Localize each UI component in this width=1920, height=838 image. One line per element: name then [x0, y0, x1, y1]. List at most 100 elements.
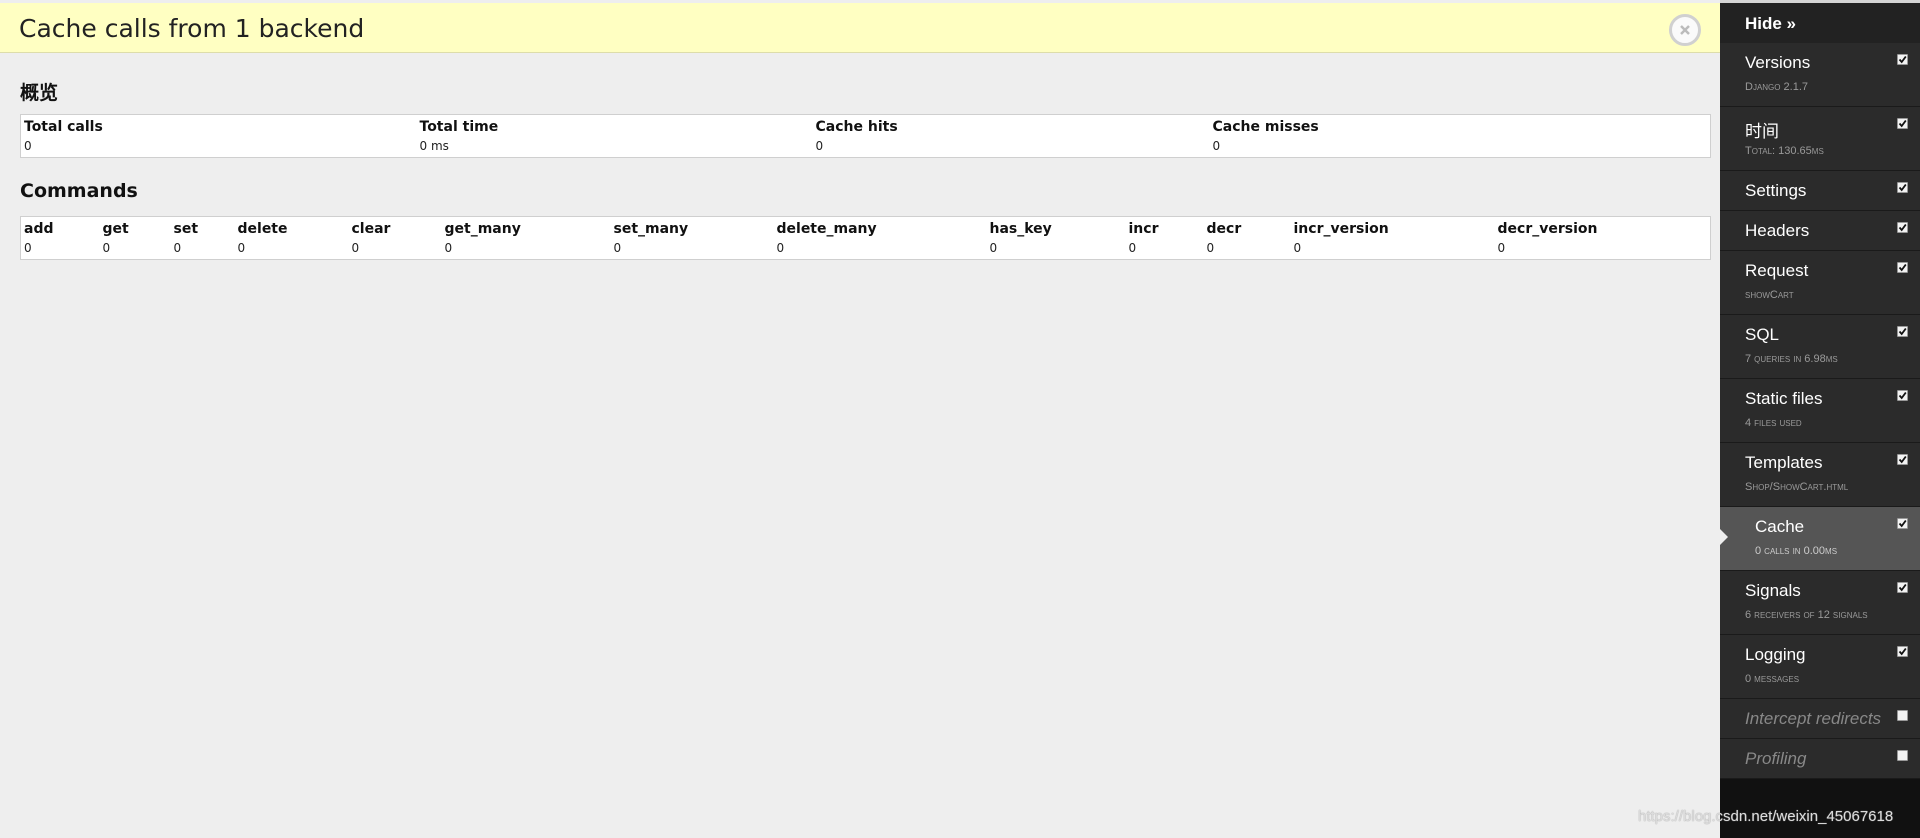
command-value: 0	[173, 241, 182, 256]
hide-toolbar-button[interactable]: Hide »	[1720, 3, 1920, 43]
command-value: 0	[613, 241, 622, 256]
command-value: 0	[102, 241, 111, 256]
check-icon	[1898, 519, 1907, 528]
toolbar-item-settings[interactable]: Settings	[1720, 171, 1920, 211]
command-header: delete	[237, 221, 288, 238]
command-header: add	[24, 221, 54, 238]
command-header: incr	[1128, 221, 1159, 238]
command-header: delete_many	[776, 221, 877, 238]
panel-toggle-checkbox[interactable]	[1897, 750, 1908, 761]
command-header: set	[173, 221, 199, 238]
overview-header: Total calls	[24, 119, 103, 136]
toolbar-item-time[interactable]: 时间 Total: 130.65ms	[1720, 107, 1920, 171]
check-icon	[1898, 119, 1907, 128]
command-value: 0	[776, 241, 785, 256]
command-header: incr_version	[1293, 221, 1389, 238]
toolbar-item-subtitle: 0 calls in 0.00ms	[1755, 545, 1838, 557]
panel-toggle-checkbox[interactable]	[1897, 182, 1908, 193]
check-icon	[1898, 327, 1907, 336]
toolbar-item-label: Signals	[1745, 581, 1801, 600]
panel-toggle-checkbox[interactable]	[1897, 326, 1908, 337]
command-value: 0	[1128, 241, 1137, 256]
watermark: https://blog.csdn.net/weixin_45067618	[1638, 808, 1894, 825]
toolbar-item-profiling[interactable]: Profiling	[1720, 739, 1920, 779]
overview-header: Total time	[419, 119, 499, 136]
command-value: 0	[351, 241, 360, 256]
command-value: 0	[1206, 241, 1215, 256]
command-value: 0	[1497, 241, 1506, 256]
toolbar-item-intercept-redirects[interactable]: Intercept redirects	[1720, 699, 1920, 739]
panel-toggle-checkbox[interactable]	[1897, 54, 1908, 65]
overview-header-row: Total calls Total time Cache hits Cache …	[21, 115, 1711, 138]
command-value: 0	[1293, 241, 1302, 256]
toolbar-item-cache[interactable]: Cache 0 calls in 0.00ms	[1720, 507, 1920, 571]
toolbar-item-subtitle: Django 2.1.7	[1745, 81, 1809, 93]
panel-toggle-checkbox[interactable]	[1897, 518, 1908, 529]
toolbar-item-signals[interactable]: Signals 6 receivers of 12 signals	[1720, 571, 1920, 635]
overview-header: Cache hits	[815, 119, 898, 136]
check-icon	[1898, 223, 1907, 232]
commands-title: Commands	[20, 180, 138, 202]
command-header: decr	[1206, 221, 1242, 238]
toolbar-item-label: 时间	[1745, 122, 1779, 141]
panel-toggle-checkbox[interactable]	[1897, 118, 1908, 129]
toolbar-item-request[interactable]: Request showCart	[1720, 251, 1920, 315]
toolbar-item-label: Settings	[1745, 181, 1807, 200]
close-icon	[1680, 25, 1690, 35]
toolbar-item-label: Static files	[1745, 389, 1823, 408]
overview-value: 0	[1212, 139, 1221, 154]
panel-toggle-checkbox[interactable]	[1897, 582, 1908, 593]
toolbar-item-label: Request	[1745, 261, 1809, 280]
toolbar-item-label: Versions	[1745, 53, 1811, 72]
command-header: get	[102, 221, 129, 238]
toolbar-item-versions[interactable]: Versions Django 2.1.7	[1720, 43, 1920, 107]
command-value: 0	[24, 241, 32, 256]
toolbar-item-static-files[interactable]: Static files 4 files used	[1720, 379, 1920, 443]
toolbar-item-templates[interactable]: Templates Shop/ShowCart.html	[1720, 443, 1920, 507]
commands-header-row: add get set delete clear get_many set_ma…	[21, 217, 1711, 240]
command-header: has_key	[989, 221, 1052, 238]
toolbar-item-label: Profiling	[1745, 749, 1807, 768]
command-header: get_many	[444, 221, 521, 238]
commands-table: add get set delete clear get_many set_ma…	[20, 216, 1711, 260]
cache-panel: Cache calls from 1 backend 概览 Total call…	[0, 0, 1720, 838]
overview-header: Cache misses	[1212, 119, 1319, 136]
panel-toggle-checkbox[interactable]	[1897, 222, 1908, 233]
command-value: 0	[989, 241, 998, 256]
command-header: clear	[351, 221, 391, 238]
toolbar-item-subtitle: showCart	[1745, 289, 1794, 301]
panel-header: Cache calls from 1 backend	[0, 3, 1720, 53]
toolbar-item-label: Templates	[1745, 453, 1823, 472]
panel-toggle-checkbox[interactable]	[1897, 454, 1908, 465]
panel-toggle-checkbox[interactable]	[1897, 390, 1908, 401]
toolbar-item-headers[interactable]: Headers	[1720, 211, 1920, 251]
check-icon	[1898, 647, 1907, 656]
panel-title: Cache calls from 1 backend	[19, 14, 365, 43]
command-header: set_many	[613, 221, 689, 238]
check-icon	[1898, 391, 1907, 400]
panel-toggle-checkbox[interactable]	[1897, 646, 1908, 657]
toolbar-item-subtitle: Shop/ShowCart.html	[1745, 481, 1849, 493]
toolbar-item-label: Headers	[1745, 221, 1810, 240]
close-button[interactable]	[1669, 14, 1701, 46]
check-icon	[1898, 263, 1907, 272]
command-value: 0	[237, 241, 246, 256]
check-icon	[1898, 583, 1907, 592]
toolbar-item-label: Cache	[1755, 517, 1805, 536]
toolbar-item-label: Logging	[1745, 645, 1806, 664]
toolbar-item-subtitle: 6 receivers of 12 signals	[1745, 609, 1868, 621]
command-value: 0	[444, 241, 453, 256]
check-icon	[1898, 183, 1907, 192]
command-header: decr_version	[1497, 221, 1598, 238]
overview-value: 0 ms	[419, 139, 449, 154]
overview-value: 0	[815, 139, 824, 154]
debug-toolbar: Hide » Versions Django 2.1.7 时间 Total: 1…	[1720, 3, 1920, 838]
panel-toggle-checkbox[interactable]	[1897, 262, 1908, 273]
toolbar-item-sql[interactable]: SQL 7 queries in 6.98ms	[1720, 315, 1920, 379]
overview-table: Total calls Total time Cache hits Cache …	[20, 114, 1711, 158]
panel-toggle-checkbox[interactable]	[1897, 710, 1908, 721]
toolbar-item-subtitle: 0 messages	[1745, 673, 1800, 685]
toolbar-item-subtitle: 4 files used	[1745, 417, 1802, 429]
toolbar-item-label: Intercept redirects	[1745, 709, 1882, 728]
toolbar-item-logging[interactable]: Logging 0 messages	[1720, 635, 1920, 699]
